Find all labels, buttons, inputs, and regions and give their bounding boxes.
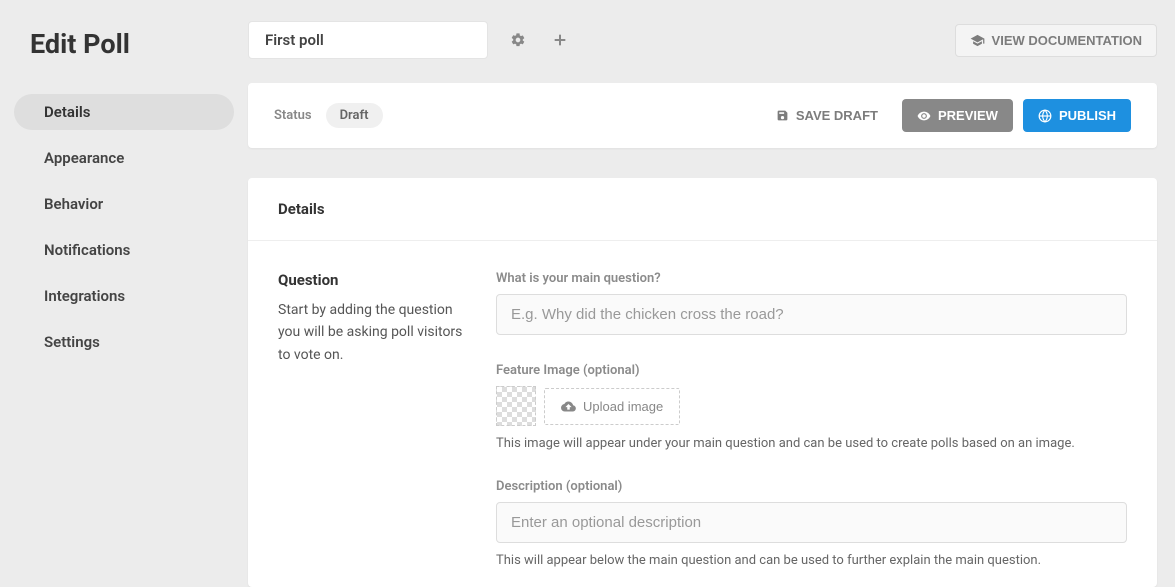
details-card: Details Question Start by adding the que… [248, 178, 1157, 587]
nav-list: Details Appearance Behavior Notification… [14, 94, 234, 360]
question-section-title: Question [278, 271, 476, 289]
sidebar-item-integrations[interactable]: Integrations [14, 278, 234, 314]
globe-icon [1038, 109, 1052, 123]
upload-image-button[interactable]: Upload image [544, 388, 680, 425]
gear-icon[interactable] [506, 28, 530, 52]
status-label: Status [274, 108, 312, 123]
save-draft-button[interactable]: SAVE DRAFT [762, 100, 892, 131]
preview-button[interactable]: PREVIEW [902, 99, 1013, 132]
page-title: Edit Poll [30, 28, 218, 60]
sidebar-item-appearance[interactable]: Appearance [14, 140, 234, 176]
main: First poll VIEW DOCUMENTATION Status Dra… [248, 0, 1175, 587]
button-label: Upload image [583, 399, 663, 414]
view-documentation-button[interactable]: VIEW DOCUMENTATION [955, 24, 1157, 57]
button-label: VIEW DOCUMENTATION [992, 33, 1142, 48]
save-icon [776, 109, 789, 122]
card-header: Details [248, 178, 1157, 241]
description-help: This will appear below the main question… [496, 553, 1127, 568]
sidebar: Edit Poll Details Appearance Behavior No… [0, 0, 248, 587]
eye-icon [917, 109, 931, 123]
status-card: Status Draft SAVE DRAFT PREVIEW PUBLISH [248, 83, 1157, 148]
main-question-label: What is your main question? [496, 271, 1127, 286]
sidebar-item-details[interactable]: Details [14, 94, 234, 130]
button-label: PUBLISH [1059, 108, 1116, 123]
button-label: SAVE DRAFT [796, 108, 878, 123]
feature-image-thumbnail[interactable] [496, 386, 536, 426]
sidebar-item-notifications[interactable]: Notifications [14, 232, 234, 268]
description-input[interactable] [496, 502, 1127, 543]
sidebar-item-settings[interactable]: Settings [14, 324, 234, 360]
graduation-cap-icon [970, 33, 985, 48]
button-label: PREVIEW [938, 108, 998, 123]
publish-button[interactable]: PUBLISH [1023, 99, 1131, 132]
sidebar-item-behavior[interactable]: Behavior [14, 186, 234, 222]
cloud-upload-icon [561, 399, 576, 414]
feature-image-help: This image will appear under your main q… [496, 436, 1127, 451]
main-question-input[interactable] [496, 294, 1127, 335]
feature-image-label: Feature Image (optional) [496, 363, 1127, 378]
status-badge: Draft [326, 103, 383, 128]
description-label: Description (optional) [496, 479, 1127, 494]
topbar: First poll VIEW DOCUMENTATION [248, 21, 1157, 59]
question-section-desc: Start by adding the question you will be… [278, 299, 476, 366]
plus-icon[interactable] [548, 28, 572, 52]
poll-tab[interactable]: First poll [248, 21, 488, 59]
question-section: Question Start by adding the question yo… [278, 271, 496, 568]
